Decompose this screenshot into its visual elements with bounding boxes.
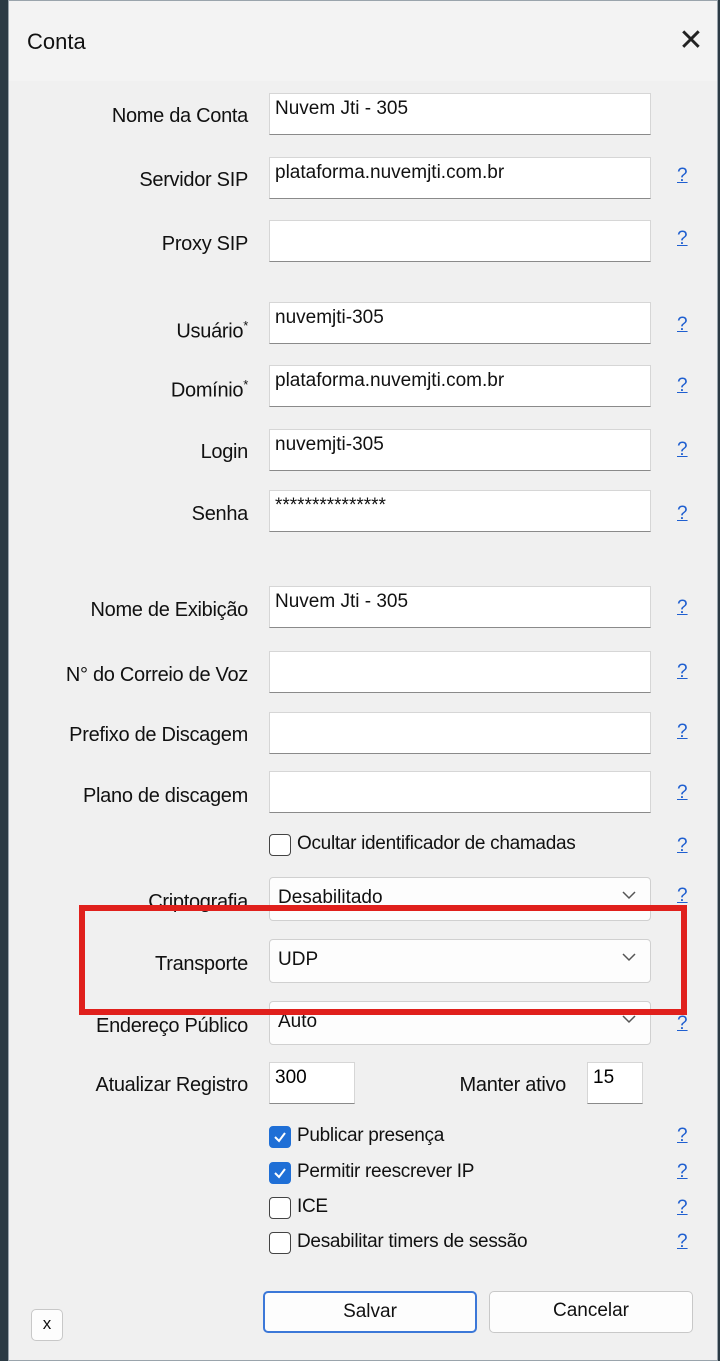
transporte-select[interactable]: UDP	[269, 939, 651, 983]
help-link-publicar-presenca[interactable]: ?	[677, 1125, 688, 1147]
nome-exibicao-input[interactable]: Nuvem Jti - 305	[269, 586, 651, 628]
desabilitar-timers-label: Desabilitar timers de sessão	[297, 1231, 528, 1252]
label-senha: Senha	[191, 503, 249, 525]
correio-voz-input[interactable]	[269, 651, 651, 693]
chevron-down-icon	[622, 1015, 636, 1024]
prefixo-input[interactable]	[269, 712, 651, 754]
reescrever-ip-checkbox[interactable]	[269, 1162, 291, 1184]
plano-input[interactable]	[269, 771, 651, 813]
label-servidor-sip: Servidor SIP	[139, 169, 248, 191]
usuario-input[interactable]: nuvemjti-305	[269, 302, 651, 344]
help-link-proxy-sip[interactable]: ?	[677, 228, 688, 250]
x-button[interactable]: x	[31, 1309, 63, 1341]
label-nome-conta: Nome da Conta	[111, 105, 248, 127]
chevron-down-icon	[622, 891, 636, 900]
account-dialog: Conta ✕ Nome da Conta Nuvem Jti - 305 Se…	[8, 0, 718, 1361]
close-icon[interactable]: ✕	[673, 21, 709, 61]
help-link-desabilitar-timers[interactable]: ?	[677, 1231, 688, 1253]
help-link-plano[interactable]: ?	[677, 782, 688, 804]
proxy-sip-input[interactable]	[269, 220, 651, 262]
criptografia-select[interactable]: Desabilitado	[269, 877, 651, 921]
nome-conta-input[interactable]: Nuvem Jti - 305	[269, 93, 651, 135]
ice-label: ICE	[297, 1196, 328, 1217]
servidor-sip-input[interactable]: plataforma.nuvemjti.com.br	[269, 157, 651, 199]
label-transporte: Transporte	[155, 953, 248, 975]
help-link-servidor-sip[interactable]: ?	[677, 165, 688, 187]
help-link-ice[interactable]: ?	[677, 1197, 688, 1219]
label-endereco-publico: Endereço Público	[96, 1015, 248, 1037]
help-link-usuario[interactable]: ?	[677, 314, 688, 336]
transporte-value: UDP	[278, 949, 319, 970]
dominio-input[interactable]: plataforma.nuvemjti.com.br	[269, 365, 651, 407]
help-link-nome-exibicao[interactable]: ?	[677, 597, 688, 619]
senha-input[interactable]: ***************	[269, 490, 651, 532]
required-marker: *	[243, 377, 248, 392]
label-atualizar-registro: Atualizar Registro	[95, 1074, 249, 1096]
label-correio-voz: N° do Correio de Voz	[65, 664, 248, 686]
help-link-login[interactable]: ?	[677, 439, 688, 461]
help-link-prefixo[interactable]: ?	[677, 721, 688, 743]
title-bar: Conta ✕	[9, 1, 717, 81]
publicar-presenca-checkbox[interactable]	[269, 1126, 291, 1148]
endereco-publico-value: Auto	[278, 1011, 318, 1032]
label-criptografia: Criptografia	[148, 891, 248, 913]
label-usuario: Usuário*	[176, 318, 248, 343]
atualizar-registro-input[interactable]: 300	[269, 1062, 355, 1104]
label-login: Login	[200, 441, 249, 463]
reescrever-ip-label: Permitir reescrever IP	[297, 1161, 475, 1182]
ocultar-id-checkbox[interactable]	[269, 834, 291, 856]
help-link-ocultar-id[interactable]: ?	[677, 835, 688, 857]
help-link-dominio[interactable]: ?	[677, 375, 688, 397]
label-plano: Plano de discagem	[82, 785, 248, 807]
label-manter-ativo: Manter ativo	[459, 1074, 567, 1096]
dialog-title: Conta	[27, 29, 86, 54]
desabilitar-timers-checkbox[interactable]	[269, 1232, 291, 1254]
criptografia-value: Desabilitado	[278, 887, 383, 908]
required-marker: *	[243, 318, 248, 333]
help-link-correio-voz[interactable]: ?	[677, 661, 688, 683]
help-link-reescrever-ip[interactable]: ?	[677, 1161, 688, 1183]
ice-checkbox[interactable]	[269, 1197, 291, 1219]
help-link-criptografia[interactable]: ?	[677, 885, 688, 907]
checkmark-icon	[274, 1168, 286, 1179]
save-button[interactable]: Salvar	[263, 1291, 477, 1333]
chevron-down-icon	[622, 953, 636, 962]
cancel-button[interactable]: Cancelar	[489, 1291, 693, 1333]
label-proxy-sip: Proxy SIP	[161, 233, 249, 255]
label-nome-exibicao: Nome de Exibição	[90, 599, 248, 621]
label-dominio: Domínio*	[170, 377, 248, 402]
help-link-senha[interactable]: ?	[677, 503, 688, 525]
login-input[interactable]: nuvemjti-305	[269, 429, 651, 471]
label-prefixo: Prefixo de Discagem	[69, 724, 248, 746]
help-link-endereco-publico[interactable]: ?	[677, 1013, 688, 1035]
manter-ativo-input[interactable]: 15	[587, 1062, 643, 1104]
ocultar-id-label: Ocultar identificador de chamadas	[297, 833, 576, 854]
endereco-publico-select[interactable]: Auto	[269, 1001, 651, 1045]
checkmark-icon	[274, 1132, 286, 1143]
publicar-presenca-label: Publicar presença	[297, 1125, 444, 1146]
